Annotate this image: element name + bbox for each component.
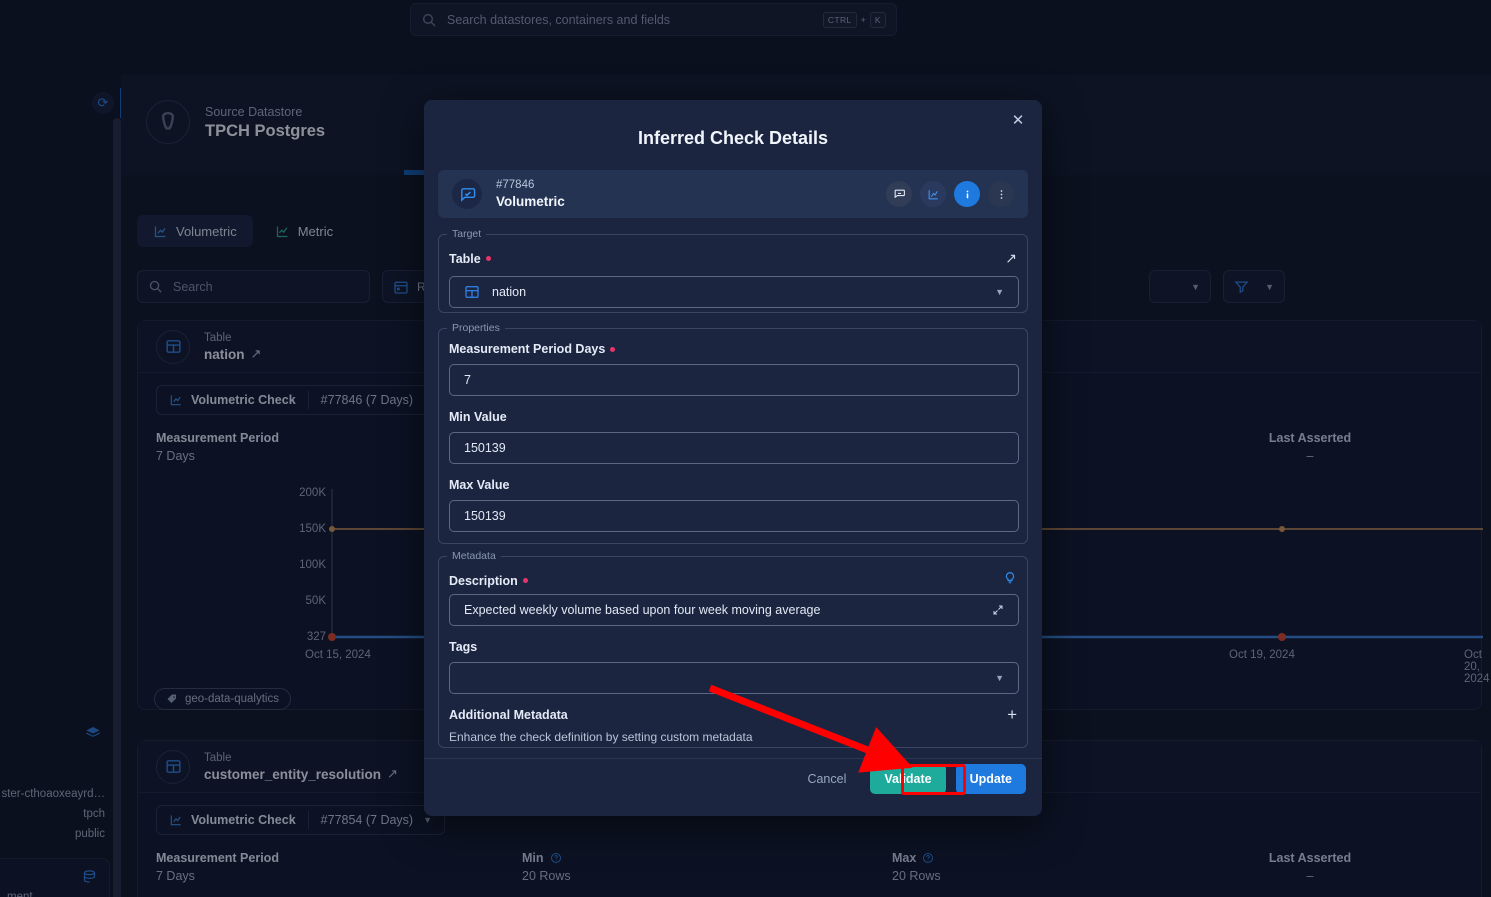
measurement-days-label: Measurement Period Days	[449, 342, 616, 356]
check-square-icon	[460, 187, 475, 202]
table-select[interactable]: nation ▼	[449, 276, 1019, 308]
required-indicator	[522, 578, 528, 583]
validate-button[interactable]: Validate	[870, 764, 946, 794]
min-value-label: Min Value	[449, 410, 507, 424]
check-summary-header: #77846 Volumetric	[438, 170, 1028, 218]
additional-metadata-row: Additional Metadata +	[449, 706, 1017, 723]
max-value-text: 150139	[464, 509, 506, 523]
table-field-label: Table	[449, 252, 491, 266]
suggest-button[interactable]	[1003, 570, 1017, 591]
description-label: Description	[449, 574, 528, 588]
inferred-check-details-modal: ✕ Inferred Check Details #77846 Volumetr…	[424, 100, 1042, 816]
info-button[interactable]	[954, 181, 980, 207]
check-type: Volumetric	[496, 194, 565, 209]
target-section: Target Table ↗ nation ▼	[438, 228, 1028, 313]
min-value-input[interactable]: 150139	[449, 432, 1019, 464]
check-id: #77846	[496, 179, 535, 191]
description-input[interactable]: Expected weekly volume based upon four w…	[449, 594, 1019, 626]
description-value: Expected weekly volume based upon four w…	[464, 603, 821, 617]
chevron-down-icon: ▼	[995, 673, 1004, 683]
table-select-value: nation	[492, 285, 527, 299]
tags-label: Tags	[449, 640, 478, 654]
properties-legend: Properties	[452, 322, 500, 334]
modal-footer: Cancel Validate Update	[793, 764, 1026, 794]
properties-section: Properties Measurement Period Days 7 Min…	[438, 322, 1028, 544]
open-target-icon[interactable]: ↗	[1005, 250, 1017, 267]
comment-button[interactable]	[886, 181, 912, 207]
info-icon	[966, 190, 968, 198]
cancel-button[interactable]: Cancel	[793, 764, 860, 794]
add-metadata-button[interactable]: +	[1007, 706, 1017, 723]
lightbulb-icon	[1005, 572, 1015, 584]
max-value-label: Max Value	[449, 478, 510, 492]
chart-button[interactable]	[920, 181, 946, 207]
description-label-row: Description	[449, 570, 1017, 591]
target-label-row: Table ↗	[449, 250, 1017, 267]
comment-icon	[894, 189, 905, 198]
additional-metadata-help: Enhance the check definition by setting …	[449, 730, 753, 744]
metadata-legend: Metadata	[452, 550, 496, 562]
tags-select[interactable]: ▼	[449, 662, 1019, 694]
min-value-text: 150139	[464, 441, 506, 455]
chevron-down-icon: ▼	[995, 287, 1004, 297]
expand-icon[interactable]	[992, 604, 1004, 616]
footer-divider	[424, 758, 1042, 759]
more-menu-button[interactable]	[988, 181, 1014, 207]
three-dots-icon	[1000, 189, 1002, 199]
target-legend: Target	[452, 228, 482, 240]
measurement-days-label-text: Measurement Period Days	[449, 342, 606, 356]
max-value-input[interactable]: 150139	[449, 500, 1019, 532]
description-label-text: Description	[449, 573, 518, 588]
check-badge-icon	[452, 179, 482, 209]
measurement-days-value: 7	[464, 373, 471, 387]
table-field-label-text: Table	[449, 251, 481, 266]
metadata-section: Metadata Description Expected weekly vol…	[438, 550, 1028, 748]
grid-icon	[465, 286, 479, 298]
required-indicator	[485, 256, 491, 261]
additional-metadata-label: Additional Metadata	[449, 708, 568, 722]
required-indicator	[610, 346, 616, 352]
update-button[interactable]: Update	[955, 764, 1026, 794]
volumetric-chart-icon	[928, 189, 938, 199]
modal-title: Inferred Check Details	[637, 128, 829, 148]
measurement-days-input[interactable]: 7	[449, 364, 1019, 396]
check-header-actions	[886, 181, 1014, 207]
